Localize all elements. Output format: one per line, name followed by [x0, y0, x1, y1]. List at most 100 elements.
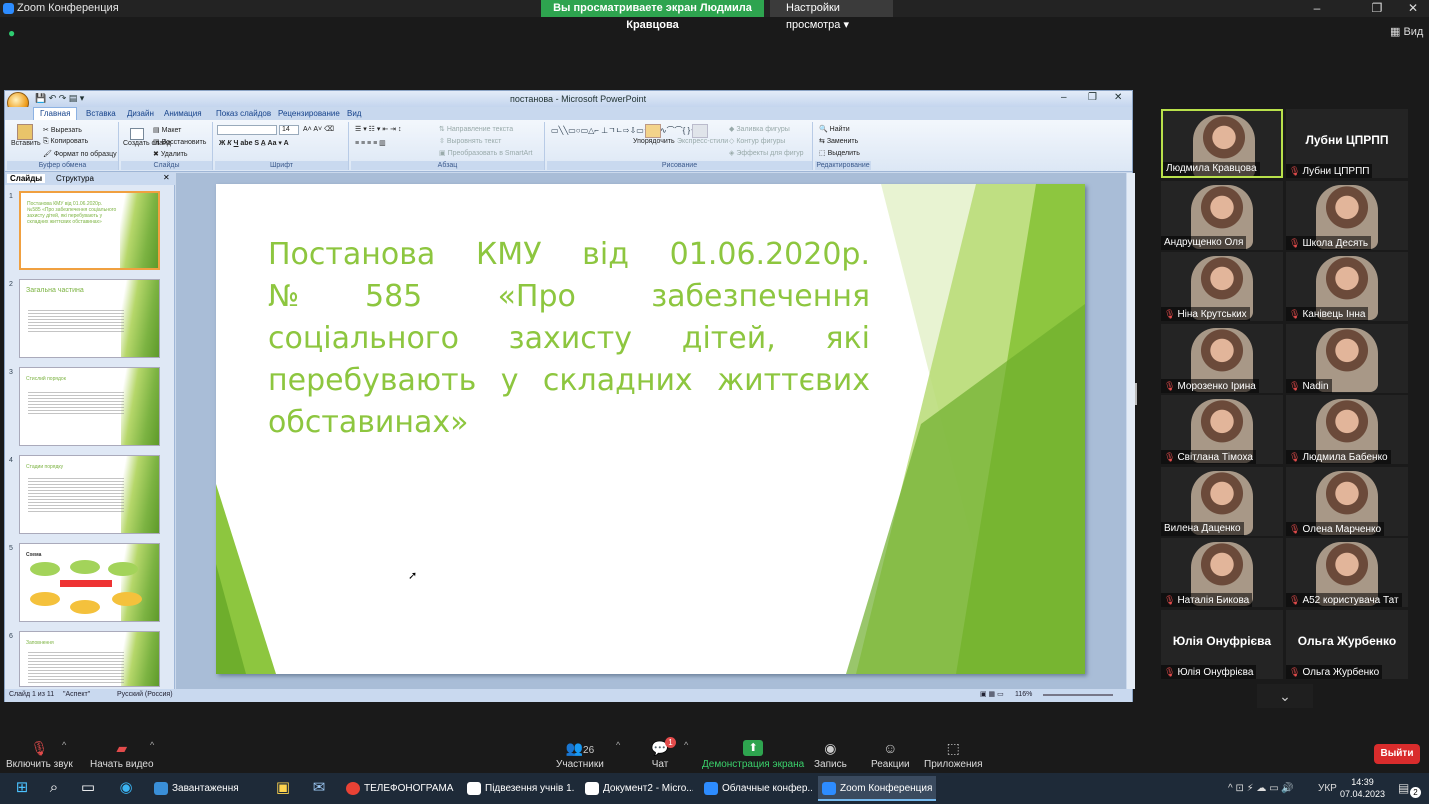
participant-tile[interactable]: Лубни ЦПРПП 🎙 Лубни ЦПРПП	[1286, 109, 1408, 178]
participant-tile[interactable]: Вилена Даценко	[1161, 466, 1283, 536]
splitter-handle[interactable]	[1135, 383, 1137, 405]
list-buttons[interactable]: ☰ ▾ ☷ ▾ ⇤ ⇥ ↕	[355, 125, 401, 133]
slide-scrollbar[interactable]	[1127, 173, 1135, 689]
participant-tile[interactable]: 🎙 А52 користувача Тат	[1286, 538, 1408, 607]
slide-thumbnail[interactable]: Стислий порядок	[19, 367, 160, 446]
close-pane-icon[interactable]: ✕	[163, 173, 170, 182]
participant-tile[interactable]: 🎙 Світлана Тімоха	[1161, 395, 1283, 464]
slide-thumbnail[interactable]: Загальна частина	[19, 279, 160, 358]
tab-insert[interactable]: Вставка	[80, 108, 122, 120]
store-icon[interactable]: ▣	[274, 779, 292, 797]
participant-tile[interactable]: 🎙 Людмила Бабенко	[1286, 395, 1408, 464]
notifications-icon[interactable]: ▤	[1398, 781, 1409, 795]
participant-tile[interactable]: 🎙 Наталія Бикова	[1161, 538, 1283, 607]
grow-font-icon[interactable]: A˄ A˅ ⌫	[303, 125, 334, 133]
participant-tile[interactable]: 🎙 Олена Марченко	[1286, 466, 1408, 536]
record-button[interactable]: ◉ Запись	[814, 740, 847, 770]
slide-thumbnail[interactable]: Постанова КМУ від 01.06.2020р. №585 «Про…	[19, 191, 160, 270]
close-icon[interactable]: ✕	[1397, 0, 1429, 17]
quick-styles-button[interactable]: Экспресс-стили	[677, 124, 728, 145]
ppt-maximize-icon[interactable]: ❐	[1088, 92, 1097, 103]
replace-button[interactable]: ⇆ Заменить	[819, 137, 858, 145]
copy-button[interactable]: ⎘ Копировать	[43, 138, 88, 146]
tab-slides[interactable]: Слайды	[7, 174, 46, 183]
participant-tile[interactable]: 🎙 Морозенко Ірина	[1161, 323, 1283, 393]
shapes-gallery[interactable]: ▭╲╲▭○▭△⌐ ⊥ㄱㄴ⇨⇩▭☆ ∿∿⌒⌒{ }☆	[551, 125, 697, 136]
shape-effects-button[interactable]: ◈ Эффекты для фигур	[729, 149, 804, 157]
participant-tile[interactable]: Ольга Журбенко 🎙 Ольга Журбенко	[1286, 609, 1408, 679]
participant-tile[interactable]: Андрущенко Оля	[1161, 180, 1283, 250]
zoom-slider[interactable]	[1043, 694, 1113, 696]
search-icon[interactable]: ⌕	[45, 779, 63, 797]
tab-slideshow[interactable]: Показ слайдов	[210, 108, 277, 120]
arrange-button[interactable]: Упорядочить	[633, 124, 675, 145]
leave-button[interactable]: Выйти	[1374, 744, 1420, 764]
ppt-close-icon[interactable]: ✕	[1114, 92, 1122, 103]
align-text-button[interactable]: ⇳ Выровнять текст	[439, 137, 501, 145]
taskbar-chrome[interactable]: ТЕЛЕФОНОГРАМА...	[342, 776, 454, 801]
tab-animation[interactable]: Анимация	[158, 108, 208, 120]
security-shield-icon[interactable]: ●	[8, 26, 21, 40]
participant-tile[interactable]: Людмила Кравцова	[1161, 109, 1283, 178]
video-options-icon[interactable]: ^	[150, 740, 154, 750]
current-slide[interactable]: Постанова КМУ від 01.06.2020р. №585 «Про…	[216, 184, 1085, 674]
delete-slide-button[interactable]: ✖ Удалить	[153, 150, 188, 158]
system-tray-icons[interactable]: ^ ⊡ ⚡ ☁ ▭ 🔊	[1228, 783, 1294, 794]
shape-fill-button[interactable]: ◆ Заливка фигуры	[729, 125, 790, 133]
slide-thumbnail[interactable]: Стадии порядку	[19, 455, 160, 534]
font-name-input[interactable]	[217, 125, 277, 135]
share-screen-button[interactable]: ⬆ Демонстрация экрана	[702, 740, 804, 770]
apps-button[interactable]: ⬚ Приложения	[924, 740, 983, 770]
taskbar-zoom-meeting[interactable]: Zoom Конференция	[818, 776, 936, 801]
taskbar-zoom-cloud[interactable]: Облачные конфер...	[700, 776, 812, 801]
audio-options-icon[interactable]: ^	[62, 740, 66, 750]
tab-outline[interactable]: Структура	[53, 174, 97, 183]
quick-access-toolbar[interactable]: 💾 ↶ ↷ ▤ ▾	[35, 93, 84, 104]
paste-button[interactable]: Вставить	[11, 124, 41, 147]
start-video-button[interactable]: ▰ Начать видео	[90, 740, 154, 770]
taskbar-word-1[interactable]: Підвезення учнів 1...	[463, 776, 575, 801]
new-slide-button[interactable]: Создать слайд	[123, 128, 171, 147]
participant-tile[interactable]: 🎙 Канівець Інна	[1286, 252, 1408, 321]
maximize-icon[interactable]: ❐	[1361, 0, 1393, 17]
ppt-minimize-icon[interactable]: –	[1061, 92, 1067, 103]
layout-button[interactable]: ▤ Макет	[153, 126, 181, 134]
find-button[interactable]: 🔍 Найти	[819, 125, 850, 133]
input-language[interactable]: УКР	[1318, 783, 1337, 794]
zoom-level[interactable]: 116%	[1015, 691, 1032, 698]
format-painter-button[interactable]: 🖌 Формат по образцу	[43, 150, 117, 158]
tab-review[interactable]: Рецензирование	[272, 108, 346, 120]
tab-view[interactable]: Вид	[341, 108, 367, 120]
participant-tile[interactable]: 🎙 Ніна Крутських	[1161, 252, 1283, 321]
chat-options-icon[interactable]: ^	[684, 740, 688, 750]
edge-icon[interactable]: ◉	[117, 779, 135, 797]
view-button[interactable]: ▦ Вид	[1390, 25, 1423, 38]
minimize-icon[interactable]: –	[1301, 0, 1333, 17]
participant-tile[interactable]: 🎙 Nadin	[1286, 323, 1408, 393]
tab-design[interactable]: Дизайн	[121, 108, 160, 120]
windows-start-icon[interactable]: ⊞	[13, 779, 31, 797]
mail-icon[interactable]: ✉	[310, 779, 328, 797]
task-view-icon[interactable]: ▭	[79, 779, 97, 797]
slide-thumbnail[interactable]: Схема	[19, 543, 160, 622]
participants-options-icon[interactable]: ^	[616, 740, 620, 750]
view-options-button[interactable]: Настройки просмотра ▾	[770, 0, 893, 31]
taskbar-clock[interactable]: 14:39 07.04.2023	[1340, 776, 1385, 800]
slide-thumbnail[interactable]: Заповнення	[19, 631, 160, 687]
view-buttons[interactable]: ▣ ▦ ▭	[980, 690, 1004, 698]
smartart-button[interactable]: ▣ Преобразовать в SmartArt	[439, 149, 532, 157]
reactions-button[interactable]: ☺ Реакции	[871, 740, 910, 770]
participants-button[interactable]: 👥26 Участники	[556, 740, 604, 770]
taskbar-word-2[interactable]: Документ2 - Micro...	[581, 776, 693, 801]
cut-button[interactable]: ✂ Вырезать	[43, 126, 82, 134]
text-direction-button[interactable]: ⇅ Направление текста	[439, 125, 513, 133]
align-buttons[interactable]: ≡ ≡ ≡ ≡ ▥	[355, 139, 386, 147]
participant-tile[interactable]: Юлія Онуфрієва 🎙 Юлія Онуфрієва	[1161, 609, 1283, 679]
font-style-buttons[interactable]: Ж К Ч abe S A̲ Aa ▾ A	[219, 139, 289, 147]
taskbar-downloads[interactable]: Завантаження	[150, 776, 262, 801]
language-indicator[interactable]: Русский (Россия)	[117, 691, 173, 698]
participant-tile[interactable]: 🎙 Школа Десять	[1286, 180, 1408, 250]
slide-title[interactable]: Постанова КМУ від 01.06.2020р. №585 «Про…	[268, 234, 870, 444]
tab-home[interactable]: Главная	[33, 107, 78, 120]
reset-button[interactable]: ▤ Восстановить	[153, 138, 206, 146]
